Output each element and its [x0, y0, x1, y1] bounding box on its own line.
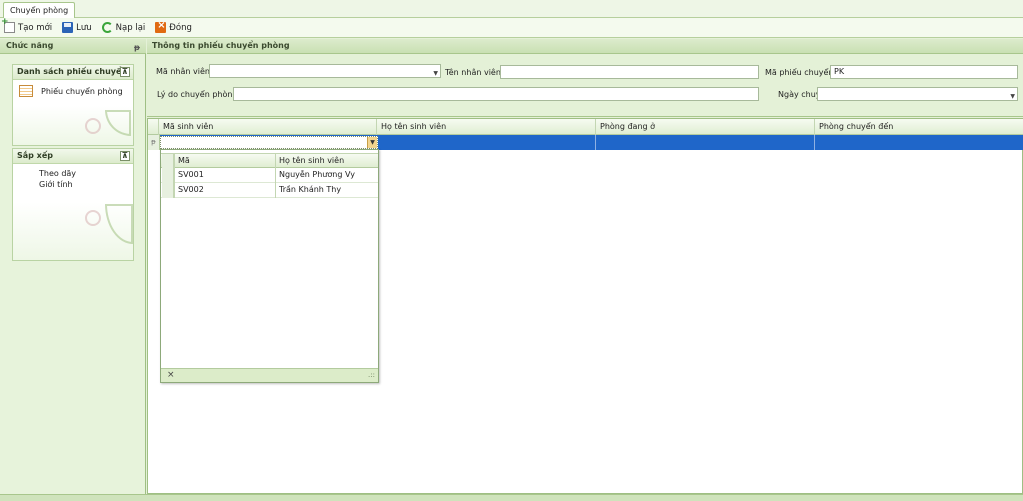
ten-nhan-vien-label: Tên nhân viên: [445, 68, 504, 77]
info-panel-header: Thông tin phiếu chuyển phòng [147, 39, 1023, 54]
column-ma-sinh-vien[interactable]: Mã sinh viên [158, 119, 376, 135]
popup-indicator-column [162, 154, 174, 169]
chevron-down-icon[interactable]: ▼ [1010, 91, 1015, 103]
tab-chuyen-phong[interactable]: Chuyển phòng [3, 2, 76, 18]
ma-nhan-vien-dropdown[interactable]: ▼ [209, 64, 441, 78]
popup-cell-ho-ten: Trần Khánh Thy [275, 183, 378, 198]
ma-phieu-label: Mã phiếu chuyển: [765, 68, 837, 77]
vine-decoration-icon [105, 204, 133, 244]
toolbar: Tạo mới Lưu Nạp lại Đóng [0, 17, 1023, 38]
flower-decoration-icon [85, 210, 101, 226]
grid-new-row[interactable]: ᵽ ▼ [148, 135, 1023, 150]
group-sap-xep-title: Sắp xếp [17, 151, 53, 160]
ma-sinh-vien-editor[interactable]: ▼ [160, 136, 378, 149]
column-phong-chuyen-den[interactable]: Phòng chuyển đến [814, 119, 1023, 135]
close-button-label: Đóng [169, 22, 192, 33]
group-danh-sach: Danh sách phiếu chuyển ⊼ Phiếu chuyển ph… [12, 64, 134, 146]
vine-decoration-icon [105, 110, 131, 136]
row-indicator [162, 183, 174, 198]
popup-cell-ho-ten: Nguyễn Phương Vy [275, 168, 378, 183]
collapse-icon[interactable]: ⊼ [120, 151, 130, 161]
cell-divider [814, 135, 815, 150]
popup-cell-ma: SV002 [174, 183, 275, 198]
new-button[interactable]: Tạo mới [1, 17, 53, 33]
sort-item-gioi-tinh[interactable]: Giới tính [13, 179, 133, 190]
chevron-down-icon[interactable]: ▼ [433, 68, 438, 80]
new-button-label: Tạo mới [18, 22, 53, 33]
save-icon [62, 22, 74, 33]
popup-column-ho-ten[interactable]: Họ tên sinh viên [275, 154, 378, 169]
close-icon [155, 20, 167, 33]
nav-item-phieu-chuyen-phong[interactable]: Phiếu chuyển phòng [13, 80, 133, 100]
flower-decoration-icon [85, 118, 101, 134]
sort-item-theo-day[interactable]: Theo dãy [13, 168, 133, 179]
lookup-popup: Mã Họ tên sinh viên SV001 Nguyễn Phương … [160, 149, 379, 383]
ly-do-label: Lý do chuyển phòng: [157, 90, 241, 99]
grid-header: Mã sinh viên Họ tên sinh viên Phòng đang… [148, 119, 1023, 135]
group-danh-sach-body: Phiếu chuyển phòng [13, 80, 133, 145]
ma-phieu-input[interactable]: PK [830, 65, 1018, 79]
column-phong-dang-o[interactable]: Phòng đang ở [595, 119, 814, 135]
popup-cell-ma: SV001 [174, 168, 275, 183]
save-button-label: Lưu [76, 22, 92, 33]
popup-row[interactable]: SV002 Trần Khánh Thy [161, 183, 378, 198]
nav-item-label: Phiếu chuyển phòng [41, 86, 123, 96]
new-document-icon [1, 17, 15, 33]
list-icon [19, 85, 33, 97]
ten-nhan-vien-input[interactable] [500, 65, 759, 79]
close-icon[interactable]: × [167, 370, 175, 380]
left-panel-title: Chức năng [6, 41, 54, 50]
left-panel: Chức năng ᵽ Danh sách phiếu chuyển ⊼ Phi… [0, 39, 146, 494]
popup-header: Mã Họ tên sinh viên [161, 153, 378, 169]
group-sap-xep: Sắp xếp ⊼ Theo dãy Giới tính [12, 148, 134, 261]
pin-icon[interactable]: ᵽ [134, 41, 140, 55]
group-sap-xep-body: Theo dãy Giới tính [13, 164, 133, 260]
reload-button[interactable]: Nạp lại [101, 22, 146, 33]
chevron-down-icon[interactable]: ▼ [367, 137, 377, 148]
group-danh-sach-header[interactable]: Danh sách phiếu chuyển ⊼ [13, 65, 133, 80]
row-indicator-icon: ᵽ [148, 135, 160, 150]
tab-strip: Chuyển phòng [0, 0, 1023, 18]
info-panel: Thông tin phiếu chuyển phòng Mã nhân viê… [147, 39, 1023, 117]
reload-icon [101, 22, 113, 33]
group-sap-xep-header[interactable]: Sắp xếp ⊼ [13, 149, 133, 164]
reload-button-label: Nạp lại [115, 22, 146, 33]
popup-column-ma[interactable]: Mã [174, 154, 275, 169]
row-indicator [162, 168, 174, 183]
group-danh-sach-title: Danh sách phiếu chuyển [17, 67, 128, 76]
column-ho-ten[interactable]: Họ tên sinh viên [376, 119, 595, 135]
ngay-chuyen-dropdown[interactable]: ▼ [817, 87, 1018, 101]
save-button[interactable]: Lưu [62, 22, 92, 33]
popup-footer: × .:: [161, 368, 378, 382]
status-bar [0, 494, 1023, 501]
ly-do-input[interactable] [233, 87, 759, 101]
popup-row[interactable]: SV001 Nguyễn Phương Vy [161, 168, 378, 183]
left-panel-header: Chức năng ᵽ [0, 39, 146, 54]
resize-grip-icon[interactable]: .:: [368, 371, 375, 379]
close-button[interactable]: Đóng [155, 20, 192, 33]
ma-nhan-vien-label: Mã nhân viên: [156, 67, 213, 76]
cell-divider [595, 135, 596, 150]
collapse-icon[interactable]: ⊼ [120, 67, 130, 77]
info-panel-title: Thông tin phiếu chuyển phòng [152, 41, 290, 50]
